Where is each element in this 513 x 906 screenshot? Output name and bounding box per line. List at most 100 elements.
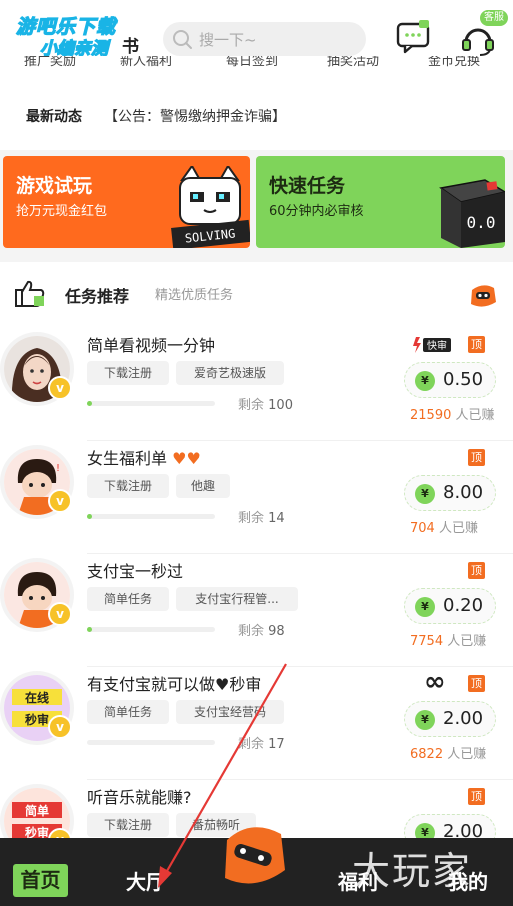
center-mascot-button[interactable] [221, 818, 288, 892]
task-chip: 支付宝经营码 [176, 700, 284, 724]
svg-text:简单: 简单 [25, 803, 49, 818]
task-progress-fill [87, 627, 93, 632]
task-earned-count: 21590 人已赚 [410, 408, 495, 423]
infinity-icon: ∞ [424, 667, 446, 697]
task-chip: 下载注册 [87, 474, 169, 498]
task-earned-count: 7754 人已赚 [410, 634, 487, 649]
task-price-value: 0.20 [443, 595, 484, 616]
verified-v-icon: v [48, 715, 72, 739]
logo-tail: 书 [122, 37, 139, 57]
task-chip: 爱奇艺极速版 [176, 361, 284, 385]
task-remaining: 剩余 17 [238, 737, 285, 752]
task-remaining: 剩余 14 [238, 511, 285, 526]
task-chip: 下载注册 [87, 361, 169, 385]
task-name: 简单看视频一分钟 [87, 336, 216, 355]
top-badge: 顶 [468, 675, 485, 692]
task-remaining: 剩余 100 [238, 398, 293, 413]
yuan-coin-icon: ¥ [415, 371, 435, 391]
search-input[interactable]: 搜一下~ [163, 22, 366, 56]
task-chip: 简单任务 [87, 700, 169, 724]
news-text: 【公告：警惕缴纳押金诈骗】 [104, 109, 286, 125]
tab-hall[interactable]: 大厅 [126, 866, 166, 895]
quick-nav-item-newbie[interactable]: 新人福利 [120, 56, 172, 69]
svg-text:!: ! [56, 463, 60, 474]
top-badge: 顶 [468, 562, 485, 579]
task-recommend-header: 任务推荐 精选优质任务 [0, 262, 513, 324]
tab-home[interactable]: 首页 [13, 864, 68, 897]
top-badge: 顶 [468, 336, 485, 353]
task-price[interactable]: ¥ 2.00 [404, 701, 496, 737]
banner-game-subtitle: 抢万元现金红包 [16, 204, 108, 219]
task-name: 支付宝一秒过 [87, 562, 184, 581]
yuan-coin-icon: ¥ [415, 484, 435, 504]
svg-text:秒审: 秒审 [25, 712, 49, 727]
task-chip: 他趣 [176, 474, 230, 498]
quick-nav: 推广奖励 新人福利 每日签到 抽奖活动 金币兑换 [0, 56, 513, 74]
task-price-value: 2.00 [443, 708, 484, 729]
task-progress-bar [87, 740, 215, 745]
task-progress-bar [87, 627, 215, 632]
task-item[interactable]: v 支付宝一秒过 简单任务 支付宝行程管... 剩余 98 顶 ¥ 0.20 7… [0, 554, 513, 667]
fast-review-label: 快审 [427, 339, 447, 352]
task-progress-fill [87, 514, 93, 519]
task-progress-bar [87, 514, 215, 519]
customer-service-button[interactable]: 客服 [458, 10, 508, 56]
task-price[interactable]: ¥ 8.00 [404, 475, 496, 511]
headset-icon [462, 28, 494, 56]
section-subtitle: 精选优质任务 [155, 288, 234, 303]
quick-nav-item-promo[interactable]: 推广奖励 [24, 56, 76, 69]
banner-fast-task[interactable]: 快速任务 60分钟内必审核 0.0 [256, 156, 505, 248]
banner-game-title: 游戏试玩 [16, 175, 93, 197]
thumbs-up-icon [15, 280, 45, 307]
task-earned-count: 6822 人已赚 [410, 747, 487, 762]
fast-review-badge: 快审 [413, 337, 451, 353]
task-item[interactable]: 在线 秒审 v 有支付宝就可以做♥秒审 简单任务 支付宝经营码 剩余 17 ∞ … [0, 667, 513, 780]
svg-text:秒审: 秒审 [25, 825, 49, 838]
task-item[interactable]: ! v 女生福利单 ♥♥ 下载注册 他趣 剩余 14 顶 ¥ 8.00 704 … [0, 441, 513, 554]
app-logo[interactable]: 游吧乐下载 小编亲测 书 [10, 10, 140, 60]
task-chip: 支付宝行程管... [176, 587, 298, 611]
banner-game-trial[interactable]: 游戏试玩 抢万元现金红包 SOLVING [3, 156, 250, 248]
task-earned-count: 704 人已赚 [410, 521, 478, 536]
section-title: 任务推荐 [65, 287, 130, 306]
task-progress-bar [87, 401, 215, 406]
task-name: 女生福利单 ♥♥ [87, 449, 201, 468]
task-remaining: 剩余 98 [238, 624, 285, 639]
task-name: 听音乐就能赚? [87, 788, 192, 807]
search-placeholder: 搜一下~ [199, 31, 257, 49]
verified-v-icon: v [48, 489, 72, 513]
banner-fast-title: 快速任务 [269, 175, 346, 197]
task-price[interactable]: ¥ 0.50 [404, 362, 496, 398]
quick-nav-item-lottery[interactable]: 抽奖活动 [327, 56, 379, 69]
search-icon [173, 30, 192, 49]
yuan-coin-icon: ¥ [415, 597, 435, 617]
mascot-icon[interactable] [468, 280, 498, 310]
box-sign-text: 0.0 [467, 213, 496, 232]
banner-fast-subtitle: 60分钟内必审核 [269, 204, 364, 219]
verified-v-icon: v [48, 376, 72, 400]
svg-text:在线: 在线 [25, 690, 49, 705]
task-progress-fill [87, 401, 93, 406]
message-icon[interactable] [395, 18, 431, 54]
verified-v-icon: v [48, 602, 72, 626]
task-item[interactable]: v 简单看视频一分钟 下载注册 爱奇艺极速版 剩余 100 快审 顶 ¥ 0.5… [0, 328, 513, 441]
task-price-value: 8.00 [443, 482, 484, 503]
task-name: 有支付宝就可以做♥秒审 [87, 675, 262, 694]
task-price-value: 0.50 [443, 369, 484, 390]
quick-nav-item-checkin[interactable]: 每日签到 [226, 56, 278, 69]
task-price-value: 2.00 [443, 821, 484, 838]
task-price[interactable]: ¥ 2.00 [404, 814, 496, 838]
watermark: 大玩家 [352, 849, 473, 893]
task-price[interactable]: ¥ 0.20 [404, 588, 496, 624]
task-chip: 简单任务 [87, 587, 169, 611]
task-list: v 简单看视频一分钟 下载注册 爱奇艺极速版 剩余 100 快审 顶 ¥ 0.5… [0, 324, 513, 838]
task-chip: 下载注册 [87, 813, 169, 837]
top-badge: 顶 [468, 449, 485, 466]
box-illustration-icon: 0.0 [439, 179, 505, 248]
quick-nav-item-exchange[interactable]: 金币兑换 [428, 56, 480, 69]
heart-icon: ♥♥ [172, 449, 201, 468]
cat-illustration-icon: SOLVING [171, 166, 250, 248]
news-ticker[interactable]: 最新动态 【公告：警惕缴纳押金诈骗】 [0, 74, 513, 150]
top-badge: 顶 [468, 788, 485, 805]
yuan-coin-icon: ¥ [415, 823, 435, 838]
